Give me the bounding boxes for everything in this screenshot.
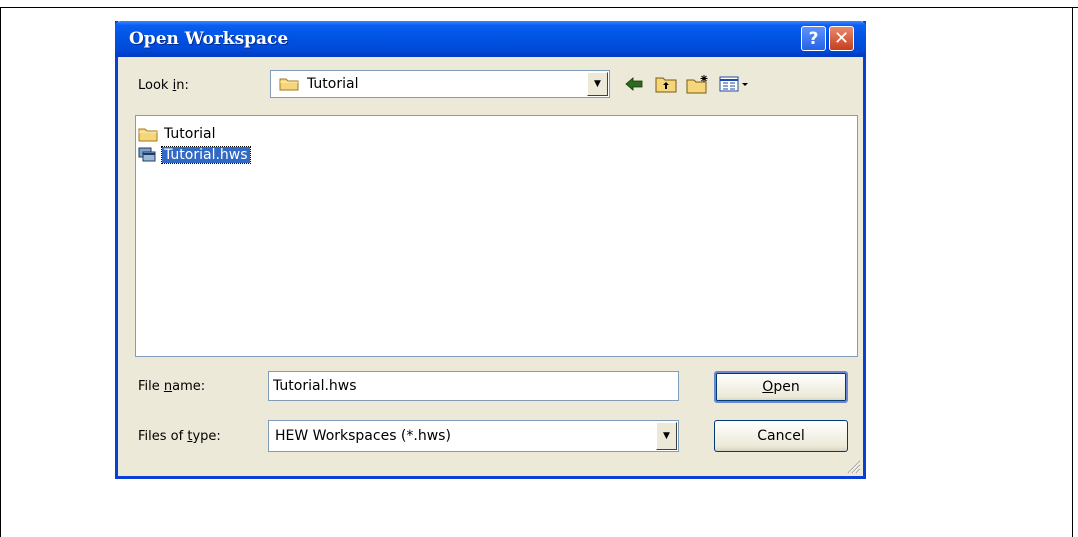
file-list[interactable]: Tutorial Tutorial.hws xyxy=(135,115,858,357)
view-menu-icon xyxy=(719,76,748,92)
list-item-label: Tutorial xyxy=(164,126,216,142)
resize-grip-icon[interactable] xyxy=(845,458,861,474)
look-in-value: Tutorial xyxy=(307,76,359,92)
back-button[interactable] xyxy=(623,73,645,95)
files-of-type-value: HEW Workspaces (*.hws) xyxy=(275,428,451,444)
files-of-type-dropdown-button[interactable]: ▼ xyxy=(656,422,677,450)
cancel-button[interactable]: Cancel xyxy=(714,420,848,452)
folder-icon xyxy=(138,128,158,142)
document-frame-right xyxy=(1072,7,1073,537)
files-of-type-label: Files of type: xyxy=(138,429,221,444)
dialog-title: Open Workspace xyxy=(129,29,289,49)
file-name-label: File name: xyxy=(138,379,206,394)
document-frame-top xyxy=(0,7,1078,8)
document-frame-left xyxy=(0,7,1,537)
list-item[interactable]: Tutorial xyxy=(138,124,217,144)
view-menu-button[interactable] xyxy=(718,73,752,95)
look-in-combo[interactable]: Tutorial ▼ xyxy=(270,70,610,98)
list-item-label: Tutorial.hws xyxy=(161,146,251,164)
create-new-folder-button[interactable] xyxy=(685,73,711,95)
help-icon: ? xyxy=(808,28,819,49)
back-arrow-icon xyxy=(625,77,643,91)
chevron-down-icon: ▼ xyxy=(594,79,601,89)
new-folder-icon xyxy=(686,75,708,94)
open-workspace-dialog: Open Workspace ? ✕ Look in: Tutorial ▼ T… xyxy=(115,21,866,479)
title-bar[interactable]: Open Workspace ? ✕ xyxy=(115,21,866,57)
look-in-dropdown-button[interactable]: ▼ xyxy=(587,72,608,96)
chevron-down-icon: ▼ xyxy=(663,431,670,441)
close-icon: ✕ xyxy=(833,28,850,49)
list-item-selected[interactable]: Tutorial.hws xyxy=(138,145,251,165)
folder-icon xyxy=(279,78,299,91)
files-of-type-select[interactable]: HEW Workspaces (*.hws) ▼ xyxy=(268,420,679,452)
open-button[interactable]: Open xyxy=(714,371,848,403)
workspace-file-icon xyxy=(138,147,156,162)
up-one-level-button[interactable] xyxy=(654,73,678,95)
up-one-level-icon xyxy=(655,77,677,93)
close-button[interactable]: ✕ xyxy=(829,26,854,51)
look-in-label: Look in: xyxy=(138,78,189,93)
help-button[interactable]: ? xyxy=(801,26,826,51)
file-name-input[interactable] xyxy=(268,371,679,401)
